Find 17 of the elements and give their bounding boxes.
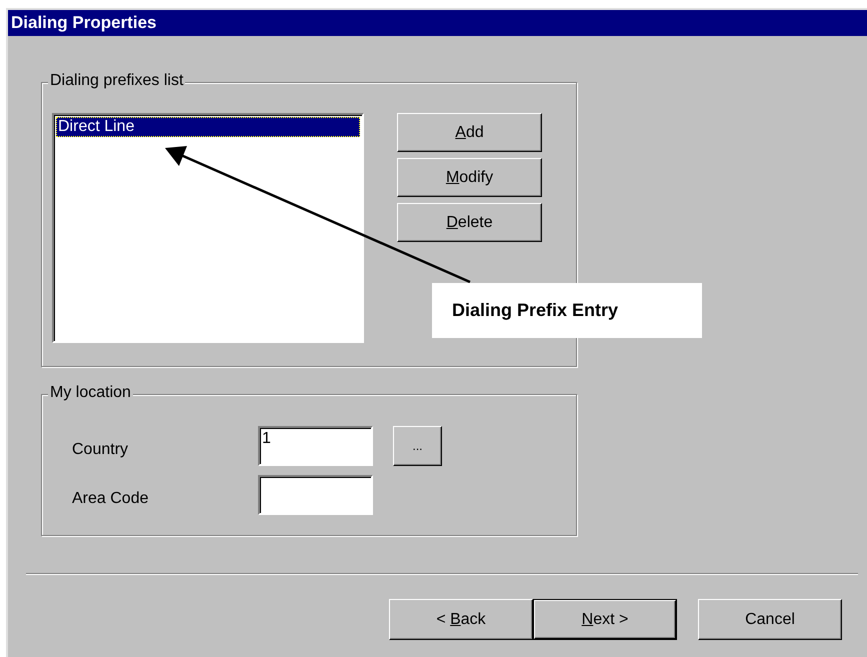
country-label: Country xyxy=(72,440,130,458)
action-button[interactable]: Delete xyxy=(397,203,542,242)
window-title: Dialing Properties xyxy=(11,13,156,33)
group-label: My location xyxy=(48,384,133,402)
browse-button[interactable]: ... xyxy=(393,426,442,466)
action-button[interactable]: Add xyxy=(397,113,542,152)
prefix-list[interactable]: Direct Line xyxy=(52,113,364,343)
wizard-button[interactable]: Next > xyxy=(533,599,677,640)
group-label: Dialing prefixes list xyxy=(48,72,186,90)
wizard-button[interactable]: < Back xyxy=(389,599,533,640)
area-code-label: Area Code xyxy=(72,488,150,508)
callout-label: Dialing Prefix Entry xyxy=(432,283,702,338)
area-code-field[interactable] xyxy=(258,474,373,514)
country-field[interactable]: 1 xyxy=(258,426,373,466)
wizard-button[interactable]: Cancel xyxy=(698,599,842,640)
action-button[interactable]: Modify xyxy=(397,158,542,197)
list-item[interactable]: Direct Line xyxy=(56,117,360,137)
